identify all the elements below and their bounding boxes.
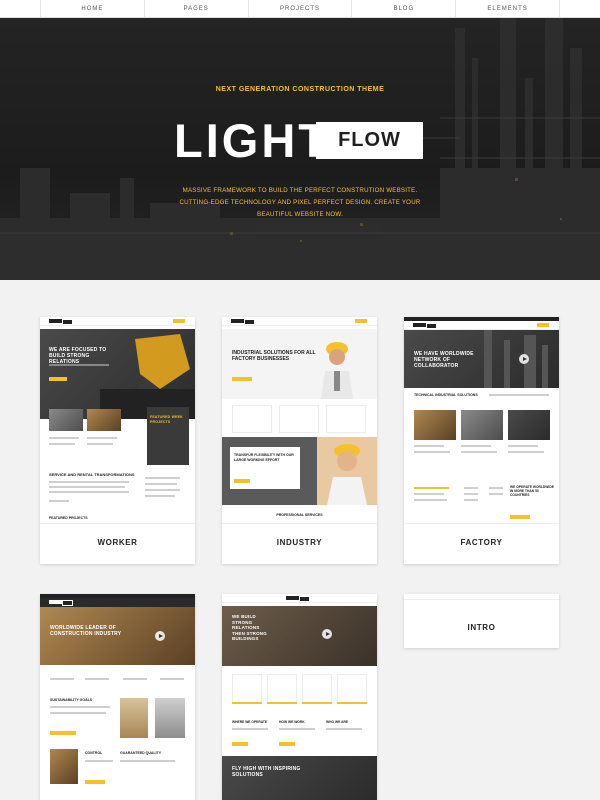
factory-side-title: WE OPERATE WORLDWIDE IN MORE THAN 50 COU… (510, 485, 554, 498)
nav-item-pages[interactable]: PAGES (145, 0, 249, 18)
nav-item-elements[interactable]: ELEMENTS (456, 0, 560, 18)
nav-menu: HOME PAGES PROJECTS BLOG ELEMENTS (40, 0, 560, 18)
nav-item-blog[interactable]: BLOG (352, 0, 457, 18)
buildings-col1-title: WHERE WE OPERATE (232, 720, 268, 724)
buildings-hero-title: WE BUILD STRONG RELATIONS THEN STRONG BU… (232, 614, 267, 641)
buildings-promo-title: FLY HIGH WITH INSPIRING SOLUTIONS (232, 766, 301, 778)
brand-logo-flow: FLOW (316, 122, 423, 159)
demo-card-buildings[interactable]: WE BUILD STRONG RELATIONS THEN STRONG BU… (222, 594, 377, 800)
demo-label-intro: INTRO (467, 623, 496, 632)
worker-footer-title: FEATURED PROJECTS (49, 516, 88, 520)
buildings-col3-title: WHO WE ARE (326, 720, 349, 724)
brand-logo-light: LIGHT (174, 114, 330, 167)
factory-section-title: TECHNICAL INDUSTRIAL SOLUTIONS (414, 393, 478, 397)
industry-footer-title: PROFESSIONAL SERVICES (276, 513, 323, 517)
engineer-image (321, 342, 353, 399)
demo-card-intro[interactable]: INTRO (404, 594, 559, 648)
worker-featured-label: FEATURED WEEK PROJECTS (150, 415, 183, 424)
worker-hero-title: WE ARE FOCUSED TO BUILD STRONG RELATIONS (49, 347, 107, 365)
preview-navbar (40, 317, 195, 326)
demo-label-factory: FACTORY (460, 538, 503, 547)
demo-preview-buildings: WE BUILD STRONG RELATIONS THEN STRONG BU… (222, 594, 377, 800)
preview-navbar (40, 598, 195, 607)
demo-label-industry: INDUSTRY (276, 538, 323, 547)
preview-navbar (222, 317, 377, 326)
excavator-image (40, 329, 195, 419)
preview-navbar (222, 594, 377, 603)
demo-label-worker: WORKER (97, 538, 138, 547)
demo-card-factory[interactable]: WE HAVE WORLDWIDE NETWORK OF COLLABORATO… (404, 317, 559, 564)
nav-item-projects[interactable]: PROJECTS (249, 0, 353, 18)
demo-preview-construction: WORLDWIDE LEADER OF CONSTRUCTION INDUSTR… (40, 594, 195, 800)
hero-tagline: NEXT GENERATION CONSTRUCTION THEME (215, 86, 385, 93)
worker-section-title: SERVICE AND RENTAL TRANSFORMATIONS (49, 472, 135, 477)
demo-card-construction[interactable]: WORLDWIDE LEADER OF CONSTRUCTION INDUSTR… (40, 594, 195, 800)
nav-item-home[interactable]: HOME (41, 0, 145, 18)
buildings-col2-title: HOW WE WORK (279, 720, 305, 724)
worker-cta-button (49, 377, 67, 381)
construction-col1-title: CONTROL (85, 751, 103, 755)
demo-preview-worker: WE ARE FOCUSED TO BUILD STRONG RELATIONS… (40, 317, 195, 523)
industry-promo-title: TRANSFUR FLEXIBILITY WITH OUR LARGE WORK… (234, 453, 294, 462)
industry-hero-title: INDUSTRIAL SOLUTIONS FOR ALL FACTORY BUS… (232, 350, 316, 362)
demo-card-worker[interactable]: WE ARE FOCUSED TO BUILD STRONG RELATIONS… (40, 317, 195, 564)
top-navigation: HOME PAGES PROJECTS BLOG ELEMENTS (0, 0, 600, 18)
demo-preview-factory: WE HAVE WORLDWIDE NETWORK OF COLLABORATO… (404, 317, 559, 523)
construction-hero-title: WORLDWIDE LEADER OF CONSTRUCTION INDUSTR… (50, 625, 122, 637)
construction-section-title: SUSTAINABILITY GOALS (50, 698, 93, 702)
factory-hero-title: WE HAVE WORLDWIDE NETWORK OF COLLABORATO… (414, 351, 474, 369)
hero-banner: NEXT GENERATION CONSTRUCTION THEME LIGHT… (0, 18, 600, 280)
hero-description: MASSIVE FRAMEWORK TO BUILD THE PERFECT C… (179, 187, 421, 218)
demo-card-industry[interactable]: INDUSTRIAL SOLUTIONS FOR ALL FACTORY BUS… (222, 317, 377, 564)
construction-col2-title: GUARANTEED QUALITY (120, 751, 162, 755)
preview-navbar (404, 321, 559, 330)
demo-preview-industry: INDUSTRIAL SOLUTIONS FOR ALL FACTORY BUS… (222, 317, 377, 523)
